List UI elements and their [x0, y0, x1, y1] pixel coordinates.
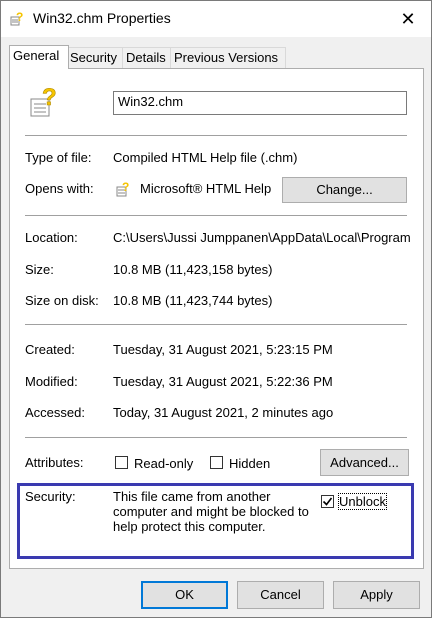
location-label: Location: [25, 230, 78, 245]
read-only-checkbox[interactable] [115, 456, 128, 469]
size-label: Size: [25, 262, 54, 277]
size-value: 10.8 MB (11,423,158 bytes) [113, 262, 273, 277]
svg-text:?: ? [122, 180, 129, 194]
unblock-label[interactable]: Unblock [338, 493, 387, 510]
created-label: Created: [25, 342, 75, 357]
security-warning-text: This file came from another computer and… [113, 489, 309, 534]
change-button[interactable]: Change... [282, 177, 407, 203]
tab-security[interactable]: Security [66, 47, 125, 68]
size-on-disk-value: 10.8 MB (11,423,744 bytes) [113, 293, 273, 308]
hidden-label[interactable]: Hidden [229, 456, 270, 471]
type-of-file-label: Type of file: [25, 150, 92, 165]
modified-value: Tuesday, 31 August 2021, 5:22:36 PM [113, 374, 333, 389]
help-file-large-icon: ? [30, 85, 57, 117]
accessed-value: Today, 31 August 2021, 2 minutes ago [113, 405, 334, 420]
separator [25, 135, 407, 136]
ok-button[interactable]: OK [141, 581, 228, 609]
tab-general[interactable]: General [9, 45, 69, 69]
attributes-label: Attributes: [25, 455, 84, 470]
svg-text:?: ? [16, 11, 23, 24]
opens-with-value: Microsoft® HTML Help Executable [140, 181, 275, 196]
close-icon: ✕ [400, 8, 416, 29]
separator [25, 324, 407, 325]
separator [25, 437, 407, 438]
properties-window: ? Win32.chm Properties ✕ General Securit… [0, 0, 432, 618]
unblock-checkbox[interactable] [321, 495, 334, 508]
apply-button[interactable]: Apply [333, 581, 420, 609]
security-label: Security: [25, 489, 76, 504]
check-icon [322, 497, 333, 506]
window-title: Win32.chm Properties [33, 10, 171, 26]
modified-label: Modified: [25, 374, 78, 389]
read-only-label[interactable]: Read-only [134, 456, 193, 471]
tab-previous-versions[interactable]: Previous Versions [170, 47, 286, 68]
tab-details[interactable]: Details [122, 47, 173, 68]
title-bar: ? Win32.chm Properties ✕ [1, 1, 431, 37]
opens-with-label: Opens with: [25, 181, 94, 196]
location-value: C:\Users\Jussi Jumppanen\AppData\Local\P… [113, 230, 411, 245]
general-panel: ? Win32.chm Type of file: Compiled HTML … [9, 68, 424, 569]
size-on-disk-label: Size on disk: [25, 293, 99, 308]
type-of-file-value: Compiled HTML Help file (.chm) [113, 150, 298, 165]
hidden-checkbox[interactable] [210, 456, 223, 469]
created-value: Tuesday, 31 August 2021, 5:23:15 PM [113, 342, 333, 357]
svg-text:?: ? [42, 85, 57, 111]
close-button[interactable]: ✕ [385, 1, 431, 37]
accessed-label: Accessed: [25, 405, 85, 420]
separator [25, 215, 407, 216]
advanced-button[interactable]: Advanced... [320, 449, 409, 476]
html-help-icon: ? [116, 180, 129, 197]
file-name-field[interactable]: Win32.chm [113, 91, 407, 115]
cancel-button[interactable]: Cancel [237, 581, 324, 609]
help-file-icon: ? [10, 11, 23, 26]
